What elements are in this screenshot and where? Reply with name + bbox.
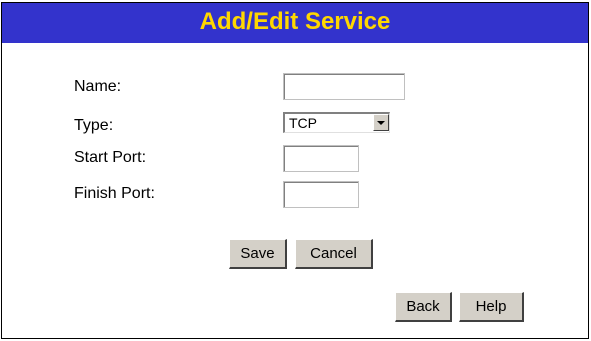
title-bar: Add/Edit Service xyxy=(2,3,588,43)
type-label: Type: xyxy=(74,117,114,134)
start-port-label: Start Port: xyxy=(74,149,147,166)
save-button[interactable]: Save xyxy=(229,239,287,269)
finish-port-input[interactable] xyxy=(283,181,359,208)
finish-port-label: Finish Port: xyxy=(74,185,155,202)
type-select-value: TCP xyxy=(289,115,317,131)
help-button[interactable]: Help xyxy=(459,292,524,322)
start-port-input[interactable] xyxy=(283,145,359,172)
cancel-button[interactable]: Cancel xyxy=(295,239,373,269)
name-input[interactable] xyxy=(283,73,405,100)
chevron-down-icon[interactable] xyxy=(373,114,389,131)
name-label: Name: xyxy=(74,78,122,95)
type-select[interactable]: TCP xyxy=(283,112,390,133)
back-button[interactable]: Back xyxy=(395,292,452,322)
page-title: Add/Edit Service xyxy=(199,8,391,35)
